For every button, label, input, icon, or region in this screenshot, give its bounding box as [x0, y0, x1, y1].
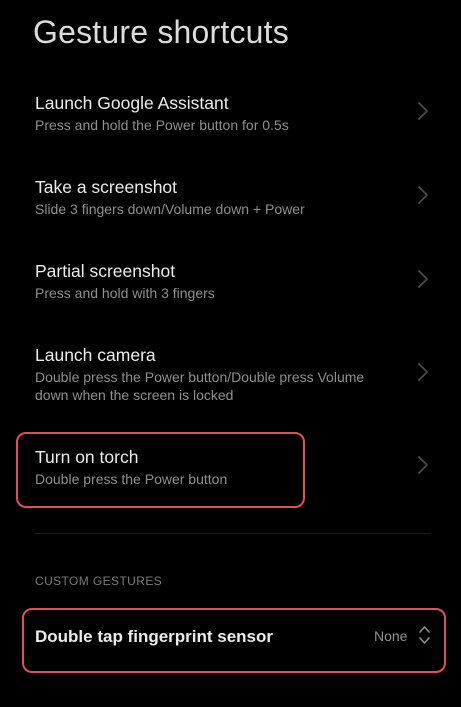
row-subtitle: Slide 3 fingers down/Volume down + Power — [35, 201, 305, 217]
row-title: Launch camera — [35, 345, 156, 365]
section-divider — [35, 533, 431, 534]
row-subtitle: Press and hold the Power button for 0.5s — [35, 117, 289, 133]
chevron-right-icon — [418, 270, 428, 288]
highlight-annotation-fingerprint — [22, 608, 446, 673]
row-title: Partial screenshot — [35, 261, 176, 281]
row-title: Take a screenshot — [35, 177, 178, 197]
section-header-custom-gestures: CUSTOM GESTURES — [35, 574, 163, 588]
shortcut-row-take-screenshot[interactable]: Take a screenshot Slide 3 fingers down/V… — [0, 168, 461, 232]
row-subtitle: Press and hold with 3 fingers — [35, 285, 215, 301]
chevron-right-icon — [418, 102, 428, 120]
chevron-right-icon — [418, 456, 428, 474]
chevron-right-icon — [418, 186, 428, 204]
highlight-annotation-torch — [16, 432, 305, 508]
shortcut-row-launch-google-assistant[interactable]: Launch Google Assistant Press and hold t… — [0, 84, 461, 148]
page-title: Gesture shortcuts — [33, 14, 289, 50]
shortcut-row-partial-screenshot[interactable]: Partial screenshot Press and hold with 3… — [0, 252, 461, 316]
row-subtitle: Double press the Power button/Double pre… — [35, 369, 365, 403]
row-title: Launch Google Assistant — [35, 93, 229, 113]
chevron-right-icon — [418, 363, 428, 381]
shortcut-row-launch-camera[interactable]: Launch camera Double press the Power but… — [0, 336, 461, 410]
